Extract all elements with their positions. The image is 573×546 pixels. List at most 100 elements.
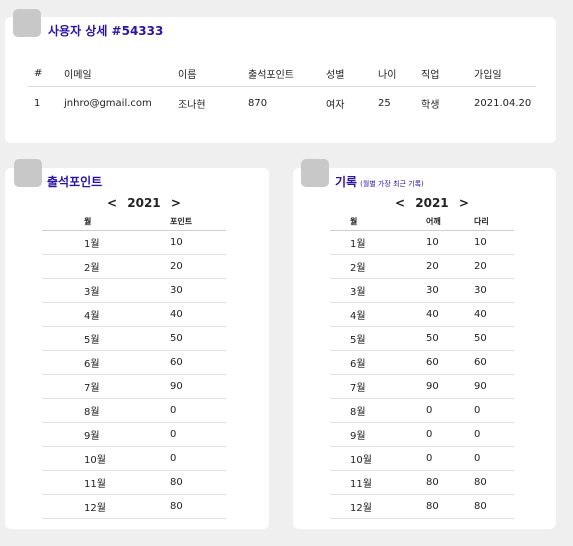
- cell-points: 0: [128, 398, 226, 423]
- column-header-gender: 성별: [320, 60, 372, 87]
- records-avatar: [301, 159, 329, 187]
- cell-points: 20: [128, 254, 226, 279]
- cell-points: 0: [128, 446, 226, 471]
- records-prev-year-button[interactable]: <: [389, 196, 411, 210]
- cell-month: 4월: [330, 302, 426, 327]
- cell-month: 1월: [330, 230, 426, 255]
- cell-month: 9월: [42, 422, 128, 447]
- cell-leg: 30: [474, 278, 514, 303]
- records-next-year-button[interactable]: >: [453, 196, 475, 210]
- attendance-prev-year-button[interactable]: <: [101, 196, 123, 210]
- column-header-month: 월: [42, 213, 128, 231]
- column-header-joined: 가입일: [468, 60, 536, 87]
- table-row: 1월 10: [42, 230, 226, 255]
- table-row: 8월 0: [42, 398, 226, 423]
- table-row: 5월 50: [42, 326, 226, 351]
- cell-email: jnhro@gmail.com: [64, 97, 152, 109]
- table-row: 5월 50 50: [330, 326, 514, 351]
- column-header-month: 월: [330, 213, 426, 231]
- cell-month: 7월: [42, 374, 128, 399]
- cell-job: 학생: [421, 99, 440, 111]
- user-detail-title: 사용자 상세 #54333: [48, 24, 164, 38]
- cell-leg: 40: [474, 302, 514, 327]
- cell-shoulder: 40: [426, 302, 474, 327]
- cell-month: 10월: [330, 446, 426, 471]
- cell-points: 0: [128, 422, 226, 447]
- cell-month: 6월: [42, 350, 128, 375]
- table-row: 3월 30 30: [330, 278, 514, 303]
- cell-points: 30: [128, 278, 226, 303]
- table-row: 1 jnhro@gmail.com 조나현 870 여자 25 학생 2021.…: [28, 87, 536, 120]
- cell-leg: 80: [474, 470, 514, 495]
- records-subtitle: (월별 가장 최근 기록): [360, 180, 424, 188]
- cell-index: 1: [34, 97, 41, 109]
- cell-points: 90: [128, 374, 226, 399]
- cell-month: 8월: [42, 398, 128, 423]
- column-header-age: 나이: [372, 60, 415, 87]
- attendance-year-label: 2021: [127, 196, 161, 210]
- cell-shoulder: 30: [426, 278, 474, 303]
- records-title-wrap: 기록 (월별 가장 최근 기록): [335, 173, 424, 190]
- records-table-body: 1월 10 10 2월 20 20 3월 30 30 4월 40 40 5월 50 50 6월 60 60 7월 90…: [330, 230, 514, 519]
- table-row: 4월 40 40: [330, 302, 514, 327]
- cell-leg: 90: [474, 374, 514, 399]
- column-header-points: 출석포인트: [242, 60, 320, 87]
- cell-joined: 2021.04.20: [474, 97, 532, 109]
- cell-points: 40: [128, 302, 226, 327]
- column-header-leg: 다리: [474, 213, 514, 231]
- attendance-table-body: 1월 10 2월 20 3월 30 4월 40 5월 50 6월 60 7월 90 8월 0 9월 0 10월 0 11…: [42, 230, 226, 519]
- cell-month: 12월: [42, 494, 128, 519]
- cell-month: 12월: [330, 494, 426, 519]
- cell-points: 60: [128, 350, 226, 375]
- cell-age: 25: [378, 97, 391, 109]
- column-header-points: 포인트: [128, 213, 226, 231]
- attendance-avatar: [14, 159, 42, 187]
- table-row: 9월 0 0: [330, 422, 514, 447]
- cell-gender: 여자: [326, 99, 345, 111]
- cell-month: 8월: [330, 398, 426, 423]
- table-row: 10월 0: [42, 446, 226, 471]
- cell-points: 80: [128, 494, 226, 519]
- cell-points: 10: [128, 230, 226, 255]
- attendance-next-year-button[interactable]: >: [165, 196, 187, 210]
- cell-leg: 0: [474, 446, 514, 471]
- table-row: 7월 90 90: [330, 374, 514, 399]
- table-row: 8월 0 0: [330, 398, 514, 423]
- cell-month: 4월: [42, 302, 128, 327]
- cell-month: 1월: [42, 230, 128, 255]
- user-detail-table: # 이메일 이름 출석포인트 성별 나이 직업 가입일 1 jnhro@gmai…: [28, 60, 536, 119]
- cell-shoulder: 90: [426, 374, 474, 399]
- records-year-label: 2021: [415, 196, 449, 210]
- column-header-shoulder: 어깨: [426, 213, 474, 231]
- cell-month: 11월: [42, 470, 128, 495]
- cell-points: 870: [248, 97, 268, 109]
- user-table-header-row: # 이메일 이름 출석포인트 성별 나이 직업 가입일: [28, 60, 536, 87]
- cell-points: 50: [128, 326, 226, 351]
- column-header-name: 이름: [172, 60, 242, 87]
- attendance-table: 월 포인트 1월 10 2월 20 3월 30 4월 40 5월 50 6월 60 7월 90 8월 0 9월 0…: [42, 213, 226, 519]
- cell-month: 5월: [330, 326, 426, 351]
- cell-leg: 0: [474, 422, 514, 447]
- table-row: 12월 80: [42, 494, 226, 519]
- cell-month: 2월: [42, 254, 128, 279]
- cell-month: 9월: [330, 422, 426, 447]
- column-header-index: #: [28, 60, 58, 87]
- table-row: 3월 30: [42, 278, 226, 303]
- cell-month: 6월: [330, 350, 426, 375]
- cell-month: 7월: [330, 374, 426, 399]
- cell-month: 10월: [42, 446, 128, 471]
- cell-leg: 10: [474, 230, 514, 255]
- table-row: 11월 80: [42, 470, 226, 495]
- cell-shoulder: 80: [426, 494, 474, 519]
- table-row: 11월 80 80: [330, 470, 514, 495]
- attendance-title: 출석포인트: [47, 175, 103, 189]
- attendance-header-row: 월 포인트: [42, 213, 226, 231]
- table-row: 6월 60 60: [330, 350, 514, 375]
- table-row: 4월 40: [42, 302, 226, 327]
- cell-month: 3월: [330, 278, 426, 303]
- table-row: 9월 0: [42, 422, 226, 447]
- cell-shoulder: 0: [426, 422, 474, 447]
- user-detail-avatar: [13, 9, 41, 37]
- cell-month: 11월: [330, 470, 426, 495]
- table-row: 7월 90: [42, 374, 226, 399]
